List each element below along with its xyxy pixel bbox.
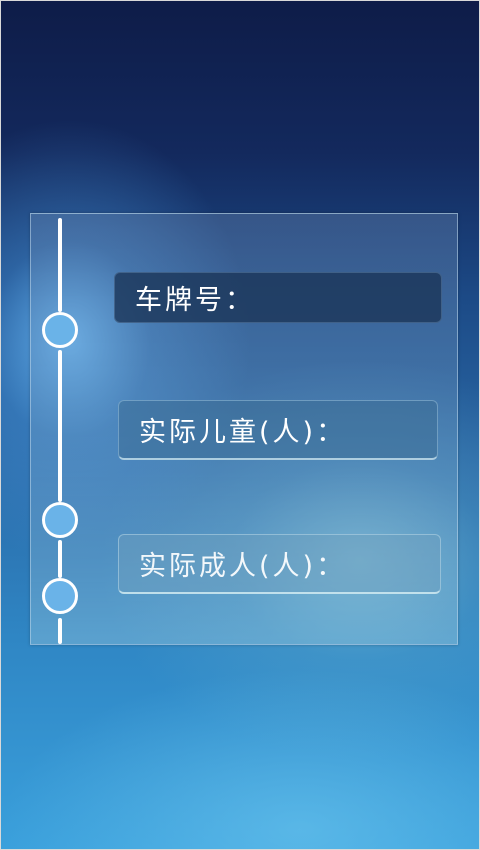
timeline-segment-bottom [58,618,62,644]
actual-adults-field[interactable]: 实际成人(人)： [118,534,441,594]
timeline-dot-plate [42,312,78,348]
timeline-dot-adults [42,578,78,614]
timeline-segment-middle [58,350,62,502]
timeline-segment-top [58,218,62,312]
actual-children-label: 实际儿童(人)： [139,417,347,448]
timeline-dot-children [42,502,78,538]
plate-number-field[interactable]: 车牌号： [114,272,442,323]
actual-adults-label: 实际成人(人)： [139,551,347,582]
timeline-segment-lower [58,540,62,578]
actual-children-field[interactable]: 实际儿童(人)： [118,400,438,460]
plate-number-label: 车牌号： [135,285,255,316]
